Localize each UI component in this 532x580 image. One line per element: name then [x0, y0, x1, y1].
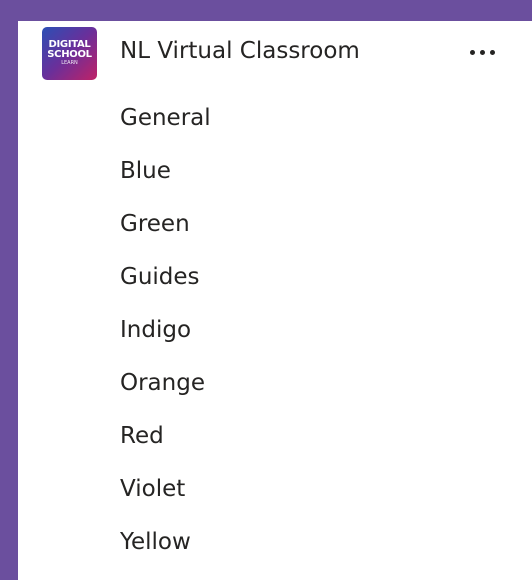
more-horizontal-icon: [489, 49, 495, 55]
channel-label: Yellow: [120, 528, 191, 555]
channel-label: Red: [120, 422, 164, 449]
channel-item-general[interactable]: General: [18, 91, 532, 144]
channel-label: Blue: [120, 157, 171, 184]
channel-item-yellow[interactable]: Yellow: [18, 515, 532, 568]
logo-text-line3: LEARN: [61, 60, 78, 66]
channel-item-green[interactable]: Green: [18, 197, 532, 250]
channel-item-orange[interactable]: Orange: [18, 356, 532, 409]
channel-label: Guides: [120, 263, 200, 290]
channel-label: Green: [120, 210, 190, 237]
more-horizontal-icon: [469, 49, 475, 55]
channel-item-indigo[interactable]: Indigo: [18, 303, 532, 356]
channel-item-blue[interactable]: Blue: [18, 144, 532, 197]
channel-label: General: [120, 104, 211, 131]
channel-item-guides[interactable]: Guides: [18, 250, 532, 303]
more-horizontal-icon: [479, 49, 485, 55]
team-name[interactable]: NL Virtual Classroom: [120, 38, 360, 64]
channel-list: General Blue Green Guides Indigo Orange …: [18, 91, 532, 568]
channel-item-red[interactable]: Red: [18, 409, 532, 462]
team-panel: DIGITAL SCHOOL LEARN NL Virtual Classroo…: [18, 21, 532, 580]
logo-text-line2: SCHOOL: [47, 49, 92, 60]
channel-label: Violet: [120, 475, 186, 502]
team-header[interactable]: DIGITAL SCHOOL LEARN NL Virtual Classroo…: [18, 21, 532, 89]
more-options-button[interactable]: [462, 37, 502, 67]
channel-item-violet[interactable]: Violet: [18, 462, 532, 515]
channel-label: Indigo: [120, 316, 192, 343]
team-logo: DIGITAL SCHOOL LEARN: [42, 27, 97, 80]
channel-label: Orange: [120, 369, 205, 396]
